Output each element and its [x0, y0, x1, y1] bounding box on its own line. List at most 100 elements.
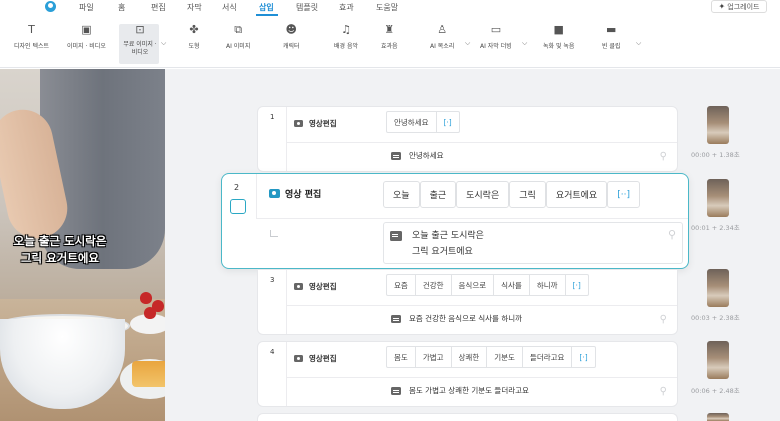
- clip-time: 00:06 + 2.48초: [691, 387, 740, 395]
- clip-card-1[interactable]: 1 영상편집 안녕하세요 [·] 안녕하세요 ⚲: [257, 106, 678, 172]
- subtitle-editor[interactable]: 오늘 출근 도시락은 그릭 요거트에요 ⚲: [383, 222, 683, 264]
- clip-card-2-selected[interactable]: 2 영상 편집 오늘 출근 도시락은 그릭 요거트에요 [··] 오늘 출근 도…: [221, 173, 689, 269]
- ribbon-label: 녹화 및 녹음: [543, 43, 575, 50]
- word-chip[interactable]: 요즘: [386, 274, 416, 296]
- link-icon[interactable]: ⚲: [660, 386, 667, 397]
- chevron-down-icon[interactable]: ⌵: [465, 39, 470, 48]
- ribbon-ai-image[interactable]: ⧉ AI 이미지: [226, 23, 251, 51]
- subtitle-text[interactable]: 요즘 건강한 음식으로 식사를 하니까: [409, 313, 522, 324]
- ribbon-label: AI 목소리: [430, 43, 455, 50]
- pause-chip[interactable]: [··]: [607, 181, 640, 208]
- clip-thumbnail[interactable]: [707, 106, 729, 144]
- subtitle-text[interactable]: 오늘 출근 도시락은 그릭 요거트에요: [412, 228, 484, 260]
- ribbon-music[interactable]: ♫ 배경 음악: [334, 23, 358, 51]
- link-icon[interactable]: ⚲: [668, 228, 676, 241]
- pause-chip[interactable]: [·]: [564, 274, 589, 296]
- menu-effects[interactable]: 효과: [339, 2, 354, 13]
- video-icon: [294, 120, 303, 127]
- subtitle-text[interactable]: 안녕하세요: [409, 150, 444, 161]
- upgrade-label: 업그레이드: [727, 2, 760, 11]
- divider: [256, 174, 257, 218]
- word-chip[interactable]: 음식으로: [450, 274, 495, 296]
- ribbon-record[interactable]: ■ 녹화 및 녹음: [543, 23, 575, 51]
- clip-label: 영상편집: [309, 282, 337, 291]
- shape-icon: ✤: [189, 23, 199, 36]
- record-icon: ■: [553, 23, 564, 36]
- clip-card-4[interactable]: 4 영상편집 몸도 가볍고 상쾌한 기분도 들더라고요 [·] 몸도 가볍고 상…: [257, 341, 678, 407]
- menu-help[interactable]: 도움말: [376, 2, 398, 13]
- word-chip[interactable]: 건강한: [414, 274, 452, 296]
- video-preview[interactable]: 오늘 출근 도시락은 그릭 요거트에요: [0, 69, 165, 421]
- subtitle-text[interactable]: 몸도 가볍고 상쾌한 기분도 들더라고요: [409, 385, 529, 396]
- clip-card-3[interactable]: 3 영상편집 요즘 건강한 음식으로 식사를 하니까 [·] 요즘 건강한 음식…: [257, 269, 678, 335]
- word-chip[interactable]: 들더라고요: [521, 346, 573, 368]
- subtitle-icon: [390, 231, 402, 241]
- menu-edit[interactable]: 편집: [151, 2, 166, 13]
- word-chip[interactable]: 오늘: [383, 181, 420, 208]
- clip-thumbnail[interactable]: [707, 179, 729, 217]
- chevron-down-icon[interactable]: ⌵: [522, 39, 527, 48]
- image-video-icon: ▣: [81, 23, 92, 36]
- ribbon-free-image[interactable]: ⊡ 무료 이미지 · 비디오: [123, 24, 157, 57]
- word-chip[interactable]: 가볍고: [414, 346, 452, 368]
- ribbon-ai-voice[interactable]: ♙ AI 목소리: [430, 24, 455, 51]
- chevron-down-icon[interactable]: ⌵: [161, 39, 166, 48]
- ribbon-design-text[interactable]: T 디자인 텍스트: [14, 24, 49, 51]
- menu-insert[interactable]: 삽입: [259, 2, 274, 13]
- word-chip[interactable]: 기분도: [486, 346, 523, 368]
- menu-format[interactable]: 서식: [222, 2, 237, 13]
- insert-ribbon: T 디자인 텍스트 ▣ 이미지 · 비디오 ⊡ 무료 이미지 · 비디오 ⌵ ✤…: [0, 16, 780, 68]
- word-chip[interactable]: 요거트에요: [545, 181, 608, 208]
- sound-effect-icon: ♜: [384, 23, 395, 36]
- divider: [286, 142, 677, 143]
- video-icon: [294, 355, 303, 362]
- sparkle-icon: ✦: [718, 2, 726, 11]
- ribbon-sound-effect[interactable]: ♜ 효과음: [381, 23, 398, 51]
- music-icon: ♫: [341, 23, 351, 36]
- clip-number: 1: [270, 113, 275, 121]
- word-chip[interactable]: 도시락은: [456, 181, 510, 208]
- clip-checkbox[interactable]: [230, 199, 246, 214]
- ribbon-blank-clip[interactable]: ▬ 빈 클립: [602, 24, 620, 51]
- caption-line-1: 오늘 출근 도시락은: [13, 234, 107, 248]
- divider: [286, 107, 287, 171]
- ribbon-ai-dubbing[interactable]: ▭ AI 자막 더빙: [480, 24, 512, 51]
- link-icon[interactable]: ⚲: [660, 314, 667, 325]
- clip-thumbnail[interactable]: [707, 341, 729, 379]
- word-chips: 오늘 출근 도시락은 그릭 요거트에요 [··]: [383, 181, 640, 208]
- clip-thumbnail[interactable]: [707, 269, 729, 307]
- link-icon[interactable]: ⚲: [660, 151, 667, 162]
- menu-subtitle[interactable]: 자막: [187, 2, 202, 13]
- subtitle-icon: [391, 387, 401, 395]
- clip-thumbnail[interactable]: [707, 413, 729, 421]
- clip-card-5[interactable]: [257, 413, 678, 421]
- word-chip[interactable]: 출근: [419, 181, 457, 208]
- pause-chip[interactable]: [·]: [571, 346, 596, 368]
- caption-line-2: 그릭 요거트에요: [20, 251, 100, 265]
- upgrade-button[interactable]: ✦ 업그레이드: [711, 0, 767, 13]
- word-chips: 몸도 가볍고 상쾌한 기분도 들더라고요 [·]: [386, 346, 596, 368]
- preview-caption: 오늘 출근 도시락은 그릭 요거트에요: [0, 233, 120, 267]
- ribbon-character[interactable]: ☻ 캐릭터: [283, 24, 300, 51]
- word-chip[interactable]: 몸도: [386, 346, 416, 368]
- clip-time: 00:03 + 2.38초: [691, 314, 740, 322]
- word-chip[interactable]: 하니까: [528, 274, 566, 296]
- user-avatar-icon[interactable]: [45, 1, 56, 12]
- ai-image-icon: ⧉: [234, 23, 243, 36]
- menu-template[interactable]: 템플릿: [296, 2, 318, 13]
- word-chip[interactable]: 상쾌한: [450, 346, 488, 368]
- ribbon-image-video[interactable]: ▣ 이미지 · 비디오: [67, 23, 106, 51]
- word-chip[interactable]: 안녕하세요: [386, 111, 437, 133]
- word-chip[interactable]: 식사를: [493, 274, 530, 296]
- menu-file[interactable]: 파일: [79, 2, 94, 13]
- word-chip[interactable]: 그릭: [509, 181, 546, 208]
- video-icon: [294, 283, 303, 290]
- clip-number: 2: [234, 183, 240, 192]
- ribbon-label: AI 이미지: [226, 43, 251, 50]
- word-chips: 안녕하세요 [·]: [386, 111, 460, 133]
- chevron-down-icon[interactable]: ⌵: [636, 39, 641, 48]
- pause-chip[interactable]: [·]: [435, 111, 460, 133]
- clip-number: 4: [270, 348, 275, 356]
- menu-home[interactable]: 홈: [118, 2, 125, 13]
- ribbon-shape[interactable]: ✤ 도형: [187, 23, 201, 51]
